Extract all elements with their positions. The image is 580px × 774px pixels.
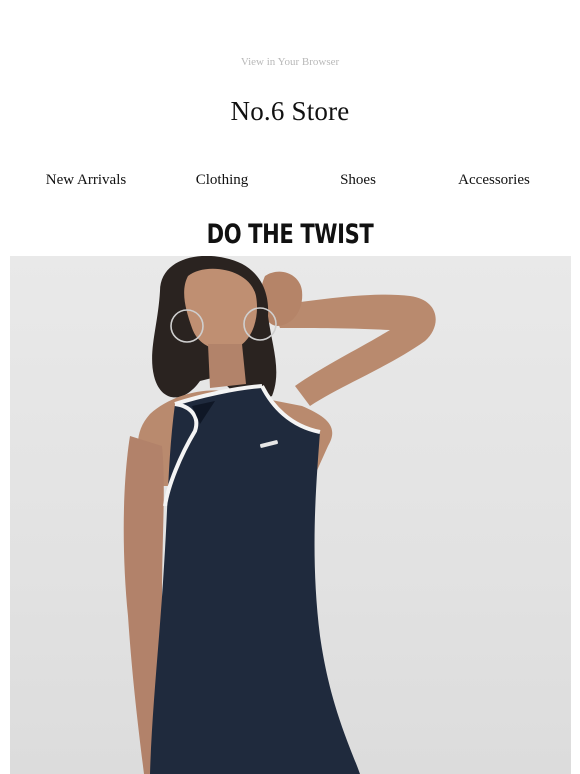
- model-wearing-dress-illustration: [123, 256, 436, 774]
- hero-product-image[interactable]: [10, 256, 571, 774]
- nav-link-shoes[interactable]: Shoes: [340, 172, 376, 189]
- nav-link-accessories[interactable]: Accessories: [458, 172, 530, 189]
- hero-headline: DO THE TWIST: [206, 219, 374, 250]
- nav-link-new-arrivals[interactable]: New Arrivals: [46, 172, 126, 189]
- store-logo-title[interactable]: No.6 Store: [0, 96, 580, 127]
- view-in-browser-link[interactable]: View in Your Browser: [0, 56, 580, 68]
- main-navigation: New Arrivals Clothing Shoes Accessories: [0, 172, 580, 192]
- nav-link-clothing[interactable]: Clothing: [196, 172, 249, 189]
